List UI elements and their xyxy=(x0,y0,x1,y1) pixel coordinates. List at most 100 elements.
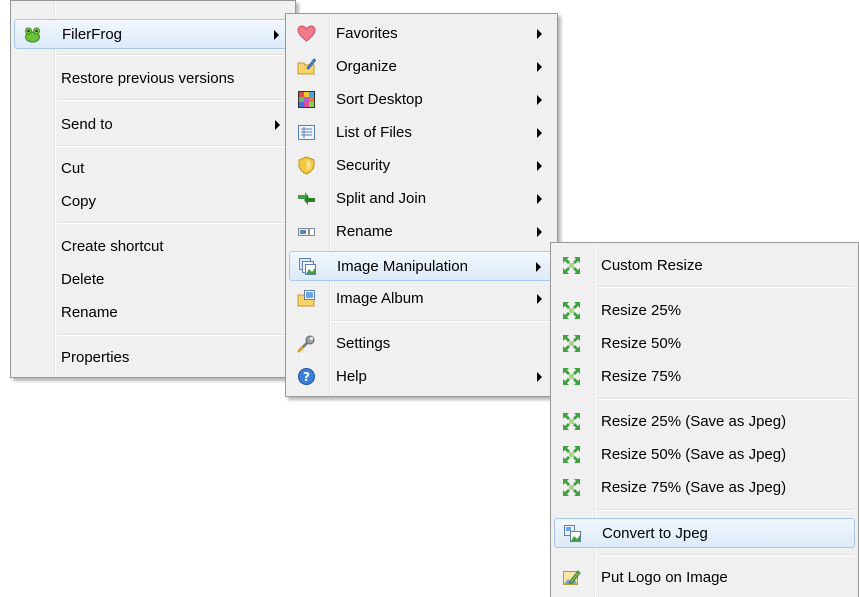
menu-separator xyxy=(332,320,550,322)
image-pencil-icon xyxy=(562,568,581,587)
resize-arrows-icon xyxy=(562,301,581,320)
filerfrog-submenu: Favorites Organize Sort Desktop List of … xyxy=(285,13,558,397)
folder-pencil-icon xyxy=(297,57,317,76)
submenu-arrow-icon xyxy=(537,161,542,171)
menu-item-label: Resize 50% xyxy=(601,335,682,352)
menu-item-favorites[interactable]: Favorites xyxy=(289,19,554,49)
folder-picture-icon xyxy=(297,289,316,308)
menu-item-label: Delete xyxy=(61,271,105,288)
menu-separator xyxy=(57,222,289,224)
submenu-arrow-icon xyxy=(275,120,280,130)
menu-item-list-of-files[interactable]: List of Files xyxy=(289,118,554,148)
resize-arrows-icon xyxy=(562,334,581,353)
menu-separator xyxy=(57,99,289,101)
submenu-arrow-icon xyxy=(537,294,542,304)
menu-item-label: Sort Desktop xyxy=(336,91,423,108)
submenu-arrow-icon xyxy=(537,227,542,237)
submenu-arrow-icon xyxy=(537,372,542,382)
menu-separator xyxy=(597,509,853,511)
menu-item-convert-to-jpeg[interactable]: Convert to Jpeg xyxy=(554,518,855,548)
menu-item-label: Send to xyxy=(61,116,113,133)
menu-item-organize[interactable]: Organize xyxy=(289,52,554,82)
split-join-arrows-icon xyxy=(297,189,316,208)
frog-icon xyxy=(23,25,42,44)
explorer-context-menu: FilerFrog Restore previous versions Send… xyxy=(10,0,296,378)
menu-item-label: Properties xyxy=(61,349,130,366)
menu-item-resize-25[interactable]: Resize 25% xyxy=(554,296,855,326)
menu-item-label: Restore previous versions xyxy=(61,70,235,87)
menu-item-resize-50[interactable]: Resize 50% xyxy=(554,329,855,359)
resize-arrows-icon xyxy=(562,256,581,275)
menu-item-help[interactable]: ? Help xyxy=(289,362,554,392)
menu-item-cut[interactable]: Cut xyxy=(14,154,292,184)
menu-item-label: Resize 75% (Save as Jpeg) xyxy=(601,479,787,496)
color-grid-icon xyxy=(297,90,316,109)
menu-item-label: Put Logo on Image xyxy=(601,569,728,586)
menu-item-label: Resize 75% xyxy=(601,368,682,385)
menu-item-properties[interactable]: Properties xyxy=(14,343,292,373)
shield-icon xyxy=(297,156,316,175)
resize-arrows-icon xyxy=(562,367,581,386)
image-manipulation-submenu: Custom Resize Resize 25% Resize 50% Resi… xyxy=(550,242,859,597)
menu-item-label: Create shortcut xyxy=(61,238,164,255)
menu-separator xyxy=(57,54,289,56)
menu-item-label: Help xyxy=(336,368,367,385)
menu-item-label: Rename xyxy=(61,304,118,321)
menu-item-label: Image Manipulation xyxy=(337,258,468,275)
menu-item-custom-resize[interactable]: Custom Resize xyxy=(554,251,855,281)
menu-item-copy[interactable]: Copy xyxy=(14,187,292,217)
submenu-arrow-icon xyxy=(536,262,541,272)
menu-item-label: Organize xyxy=(336,58,397,75)
resize-arrows-icon xyxy=(562,478,581,497)
submenu-arrow-icon xyxy=(537,62,542,72)
menu-item-put-logo-on-image[interactable]: Put Logo on Image xyxy=(554,563,855,593)
menu-item-settings[interactable]: Settings xyxy=(289,329,554,359)
menu-item-image-manipulation[interactable]: Image Manipulation xyxy=(289,251,554,281)
menu-item-sort-desktop[interactable]: Sort Desktop xyxy=(289,85,554,115)
menu-item-create-shortcut[interactable]: Create shortcut xyxy=(14,232,292,262)
menu-item-label: Favorites xyxy=(336,25,398,42)
menu-item-security[interactable]: Security xyxy=(289,151,554,181)
menu-separator xyxy=(597,554,853,556)
menu-item-image-album[interactable]: Image Album xyxy=(289,284,554,314)
submenu-arrow-icon xyxy=(537,95,542,105)
menu-item-resize-75-jpeg[interactable]: Resize 75% (Save as Jpeg) xyxy=(554,473,855,503)
menu-item-label: Copy xyxy=(61,193,97,210)
menu-item-label: Image Album xyxy=(336,290,424,307)
menu-item-label: Resize 25% xyxy=(601,302,682,319)
menu-item-filerfrog[interactable]: FilerFrog xyxy=(14,19,292,49)
menu-item-label: Resize 25% (Save as Jpeg) xyxy=(601,413,787,430)
submenu-arrow-icon xyxy=(274,30,279,40)
menu-item-label: Rename xyxy=(336,223,393,240)
list-icon xyxy=(297,123,316,142)
submenu-arrow-icon xyxy=(537,29,542,39)
menu-separator xyxy=(57,334,289,336)
menu-item-resize-75[interactable]: Resize 75% xyxy=(554,362,855,392)
menu-item-resize-25-jpeg[interactable]: Resize 25% (Save as Jpeg) xyxy=(554,407,855,437)
menu-item-restore-previous-versions[interactable]: Restore previous versions xyxy=(14,64,292,94)
convert-image-icon xyxy=(563,524,582,543)
menu-item-delete[interactable]: Delete xyxy=(14,265,292,295)
menu-item-resize-50-jpeg[interactable]: Resize 50% (Save as Jpeg) xyxy=(554,440,855,470)
rename-icon xyxy=(297,222,316,241)
menu-item-rename[interactable]: Rename xyxy=(14,298,292,328)
menu-item-label: Security xyxy=(336,157,391,174)
submenu-arrow-icon xyxy=(537,194,542,204)
menu-item-send-to[interactable]: Send to xyxy=(14,110,292,140)
menu-separator xyxy=(597,286,853,288)
menu-item-label: Settings xyxy=(336,335,391,352)
menu-item-label: Cut xyxy=(61,160,85,177)
resize-arrows-icon xyxy=(562,445,581,464)
heart-icon xyxy=(297,24,316,43)
menu-item-rename[interactable]: Rename xyxy=(289,217,554,247)
resize-arrows-icon xyxy=(562,412,581,431)
menu-item-label: Resize 50% (Save as Jpeg) xyxy=(601,446,787,463)
menu-separator xyxy=(57,145,289,147)
menu-item-split-and-join[interactable]: Split and Join xyxy=(289,184,554,214)
submenu-arrow-icon xyxy=(537,128,542,138)
menu-item-label: FilerFrog xyxy=(62,26,123,43)
menu-item-label: Convert to Jpeg xyxy=(602,525,708,542)
image-stack-icon xyxy=(298,257,317,276)
svg-text:?: ? xyxy=(303,370,310,384)
menu-separator xyxy=(597,398,853,400)
